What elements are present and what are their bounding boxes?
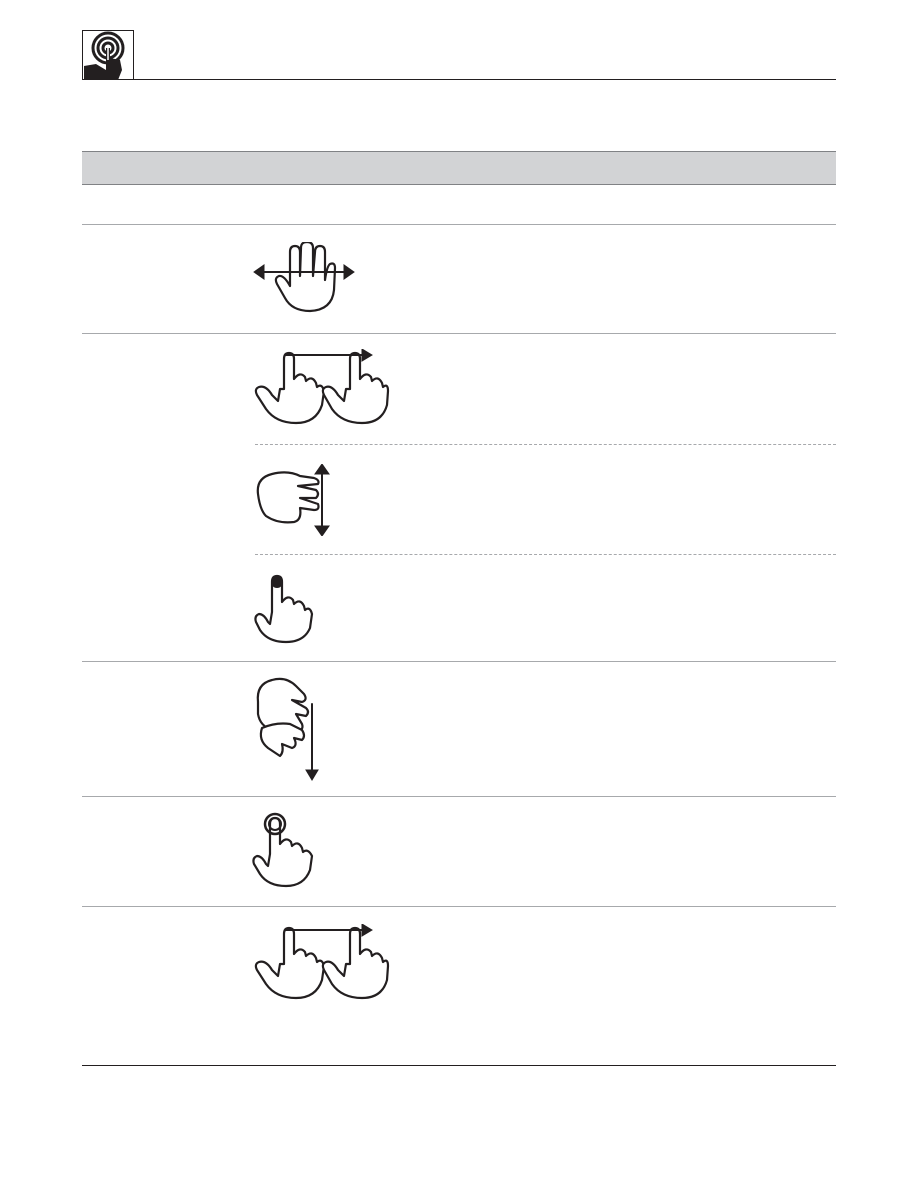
row-divider (82, 661, 836, 662)
row-divider (82, 333, 836, 334)
two-hand-swipe-right-icon (254, 924, 390, 1000)
single-tap-icon (254, 574, 314, 644)
flat-hand-swipe-horizontal-icon (253, 242, 355, 313)
row-divider (82, 906, 836, 907)
row-divider (82, 224, 836, 225)
pinch-scroll-vertical-icon (256, 464, 330, 536)
header-rule (82, 79, 836, 80)
tap-hold-icon (252, 812, 314, 888)
touch-gesture-logo-icon (82, 30, 134, 80)
row-divider (82, 796, 836, 797)
sub-row-divider (255, 444, 836, 445)
table-header-bar (82, 151, 836, 185)
table-bottom-rule (82, 1065, 836, 1066)
two-hand-swipe-right-icon (254, 349, 390, 425)
sub-row-divider (255, 554, 836, 555)
palm-swipe-down-icon (256, 677, 319, 781)
